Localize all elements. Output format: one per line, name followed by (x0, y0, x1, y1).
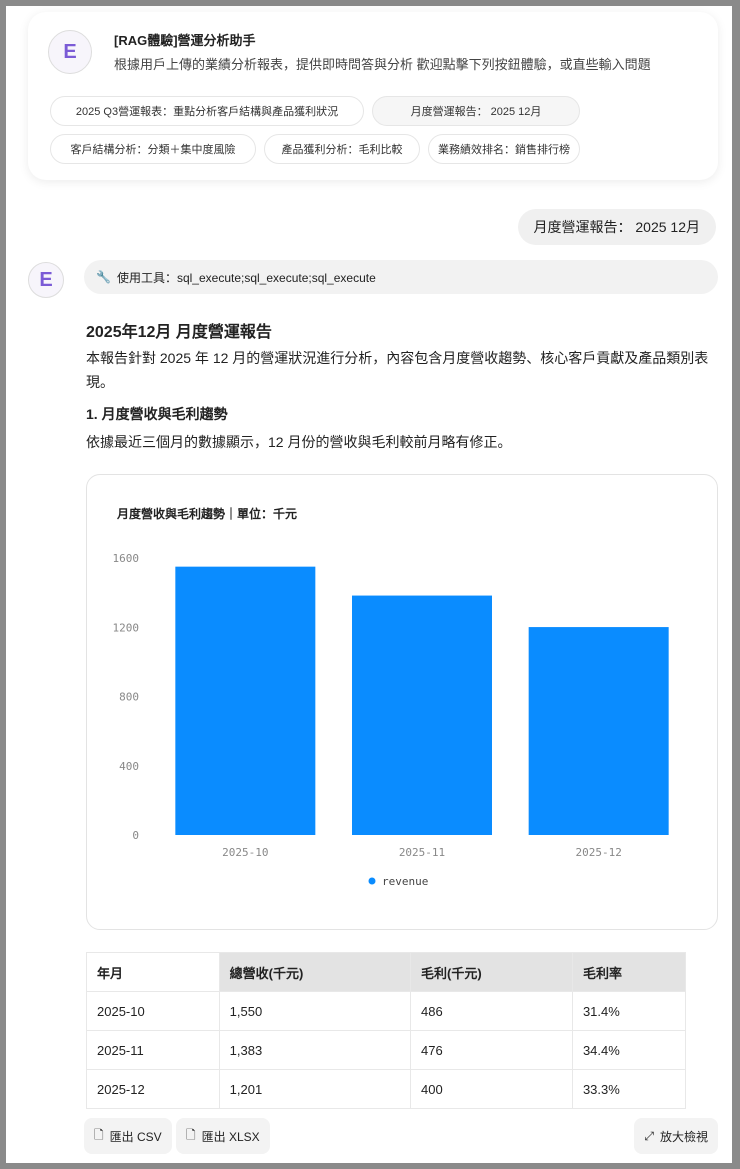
report-intro: 本報告針對 2025 年 12 月的營運狀況進行分析，內容包含月度營收趨勢、核心… (86, 350, 709, 390)
suggestion-chip[interactable]: 月度營運報告： 2025 12月 (372, 96, 580, 126)
bar-2025-12 (528, 627, 669, 835)
assistant-intro-card: E [RAG體驗]營運分析助手 根據用戶上傳的業績分析報表，提供即時問答與分析 … (28, 12, 718, 180)
assistant-avatar-icon: E (28, 262, 64, 298)
assistant-subtitle: 根據用戶上傳的業績分析報表，提供即時問答與分析 歡迎點擊下列按鈕體驗，或直些輸入… (114, 57, 651, 72)
column-header: 毛利(千元) (410, 952, 573, 992)
cell: 1,550 (218, 991, 412, 1031)
legend-marker (368, 877, 376, 885)
suggestion-chip[interactable]: 2025 Q3營運報表：重點分析客戶結構與產品獲利狀況 (50, 96, 364, 126)
y-tick-label: 0 (132, 829, 139, 842)
suggestion-chip[interactable]: 產品獲利分析：毛利比較 (264, 134, 420, 164)
table-row: 2025-12 1,201 400 33.3% (86, 1069, 687, 1109)
cell: 476 (410, 1030, 573, 1070)
expand-view-button[interactable]: ⤢ 放大檢視 (634, 1118, 718, 1154)
y-tick-label: 800 (119, 691, 139, 704)
cell: 486 (410, 991, 573, 1031)
assistant-title: [RAG體驗]營運分析助手 (114, 33, 256, 48)
export-xlsx-button[interactable]: 🗋 匯出 XLSX (176, 1118, 270, 1154)
x-tick-label: 2025-12 (575, 846, 621, 859)
column-header: 毛利率 (571, 952, 687, 992)
cell: 34.4% (571, 1030, 687, 1070)
export-csv-label: 匯出 CSV (109, 1129, 162, 1144)
table-row: 2025-11 1,383 476 34.4% (86, 1030, 687, 1070)
table-row: 2025-10 1,550 486 31.4% (86, 991, 687, 1031)
y-tick-label: 1200 (113, 621, 140, 634)
section-text: 依據最近三個月的數據顯示，12 月份的營收與毛利較前月略有修正。 (86, 434, 512, 450)
user-message: 月度營運報告： 2025 12月 (517, 209, 716, 245)
bar-2025-11 (352, 595, 492, 835)
cell: 2025-10 (86, 991, 220, 1031)
tool-usage-pill[interactable]: 🔧 使用工具：sql_execute;sql_execute;sql_execut… (84, 260, 718, 294)
column-header: 年月 (86, 952, 220, 992)
bar-2025-10 (175, 566, 316, 835)
y-tick-label: 1600 (113, 552, 140, 565)
cell: 2025-11 (86, 1030, 220, 1070)
cell: 33.3% (571, 1069, 687, 1109)
expand-view-label: 放大檢視 (659, 1129, 708, 1144)
legend-label: revenue (382, 875, 428, 888)
cell: 400 (410, 1069, 573, 1109)
export-csv-button[interactable]: 🗋 匯出 CSV (84, 1118, 172, 1154)
x-tick-label: 2025-10 (222, 846, 268, 859)
y-tick-label: 400 (119, 760, 139, 773)
cell: 2025-12 (86, 1069, 220, 1109)
suggestion-chip[interactable]: 客戶結構分析：分類＋集中度風險 (50, 134, 256, 164)
cell: 1,383 (218, 1030, 412, 1070)
x-tick-label: 2025-11 (399, 846, 445, 859)
tool-usage-text: 使用工具：sql_execute;sql_execute;sql_execute (116, 270, 376, 285)
file-icon: 🗋 (94, 1127, 104, 1142)
section-heading: 1. 月度營收與毛利趨勢 (86, 406, 228, 422)
cell: 1,201 (218, 1069, 412, 1109)
chart-card: 月度營收與毛利趨勢｜單位：千元 0 400 800 1200 1600 2025-10 20… (86, 474, 718, 930)
cell: 31.4% (571, 991, 687, 1031)
chat-page: E [RAG體驗]營運分析助手 根據用戶上傳的業績分析報表，提供即時問答與分析 … (6, 6, 732, 1163)
data-table: 年月 總營收(千元) 毛利(千元) 毛利率 2025-10 1,550 486 31.4% … (86, 952, 687, 1109)
wrench-icon: 🔧 (96, 270, 111, 284)
expand-icon: ⤢ (644, 1128, 654, 1143)
suggestion-chip[interactable]: 業務績效排名：銷售排行榜 (428, 134, 580, 164)
bar-chart: 0 400 800 1200 1600 2025-10 2025-11 2025-12 reve… (113, 552, 669, 888)
assistant-logo-icon: E (48, 30, 92, 74)
export-xlsx-label: 匯出 XLSX (201, 1129, 260, 1144)
column-header: 總營收(千元) (218, 952, 412, 992)
report-title: 2025年12月 月度營運報告 (86, 324, 272, 341)
file-icon: 🗋 (186, 1127, 196, 1142)
